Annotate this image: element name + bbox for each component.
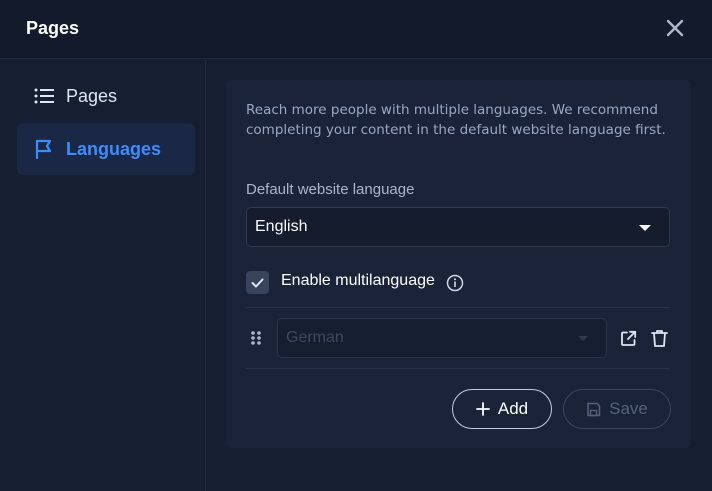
external-link-icon — [620, 330, 636, 346]
language-select[interactable]: German — [277, 318, 607, 358]
dialog-title: Pages — [26, 18, 80, 38]
close-icon — [666, 19, 684, 37]
plus-icon — [475, 402, 490, 416]
multilanguage-label: Enable multilanguage — [281, 272, 435, 289]
trash-icon — [650, 329, 668, 347]
drag-handle-icon[interactable] — [249, 329, 263, 347]
default-language-value: English — [255, 218, 308, 235]
default-language-label: Default website language — [246, 181, 415, 198]
dialog-header: Pages — [0, 0, 712, 59]
sidebar-item-label: Languages — [66, 138, 162, 159]
language-value: German — [286, 329, 344, 346]
language-row: German — [246, 318, 670, 358]
flag-icon — [33, 138, 55, 160]
check-icon — [251, 278, 264, 287]
pages-dialog: Pages Pages Languages Reach more people … — [0, 0, 712, 491]
list-icon — [33, 85, 55, 107]
divider — [246, 368, 670, 369]
default-language-select[interactable]: English — [246, 207, 670, 247]
sidebar-item-label: Pages — [66, 85, 118, 106]
save-button[interactable]: Save — [563, 389, 671, 429]
multilanguage-checkbox[interactable] — [246, 271, 269, 294]
sidebar-item-pages[interactable]: Pages — [17, 70, 195, 122]
intro-text: Reach more people with multiple language… — [246, 102, 666, 138]
open-external-button[interactable] — [618, 328, 638, 348]
sidebar-item-languages[interactable]: Languages — [17, 123, 195, 175]
add-label: Add — [497, 399, 529, 418]
caret-down-icon — [578, 336, 588, 341]
divider — [246, 307, 670, 308]
delete-button[interactable] — [649, 328, 669, 348]
close-button[interactable] — [664, 17, 686, 39]
caret-down-icon — [639, 225, 651, 231]
info-icon[interactable] — [445, 273, 464, 292]
languages-panel: Reach more people with multiple language… — [226, 80, 691, 448]
add-language-button[interactable]: Add — [452, 389, 552, 429]
save-label: Save — [609, 399, 648, 418]
save-icon — [587, 402, 601, 416]
sidebar: Pages Languages — [0, 60, 206, 491]
